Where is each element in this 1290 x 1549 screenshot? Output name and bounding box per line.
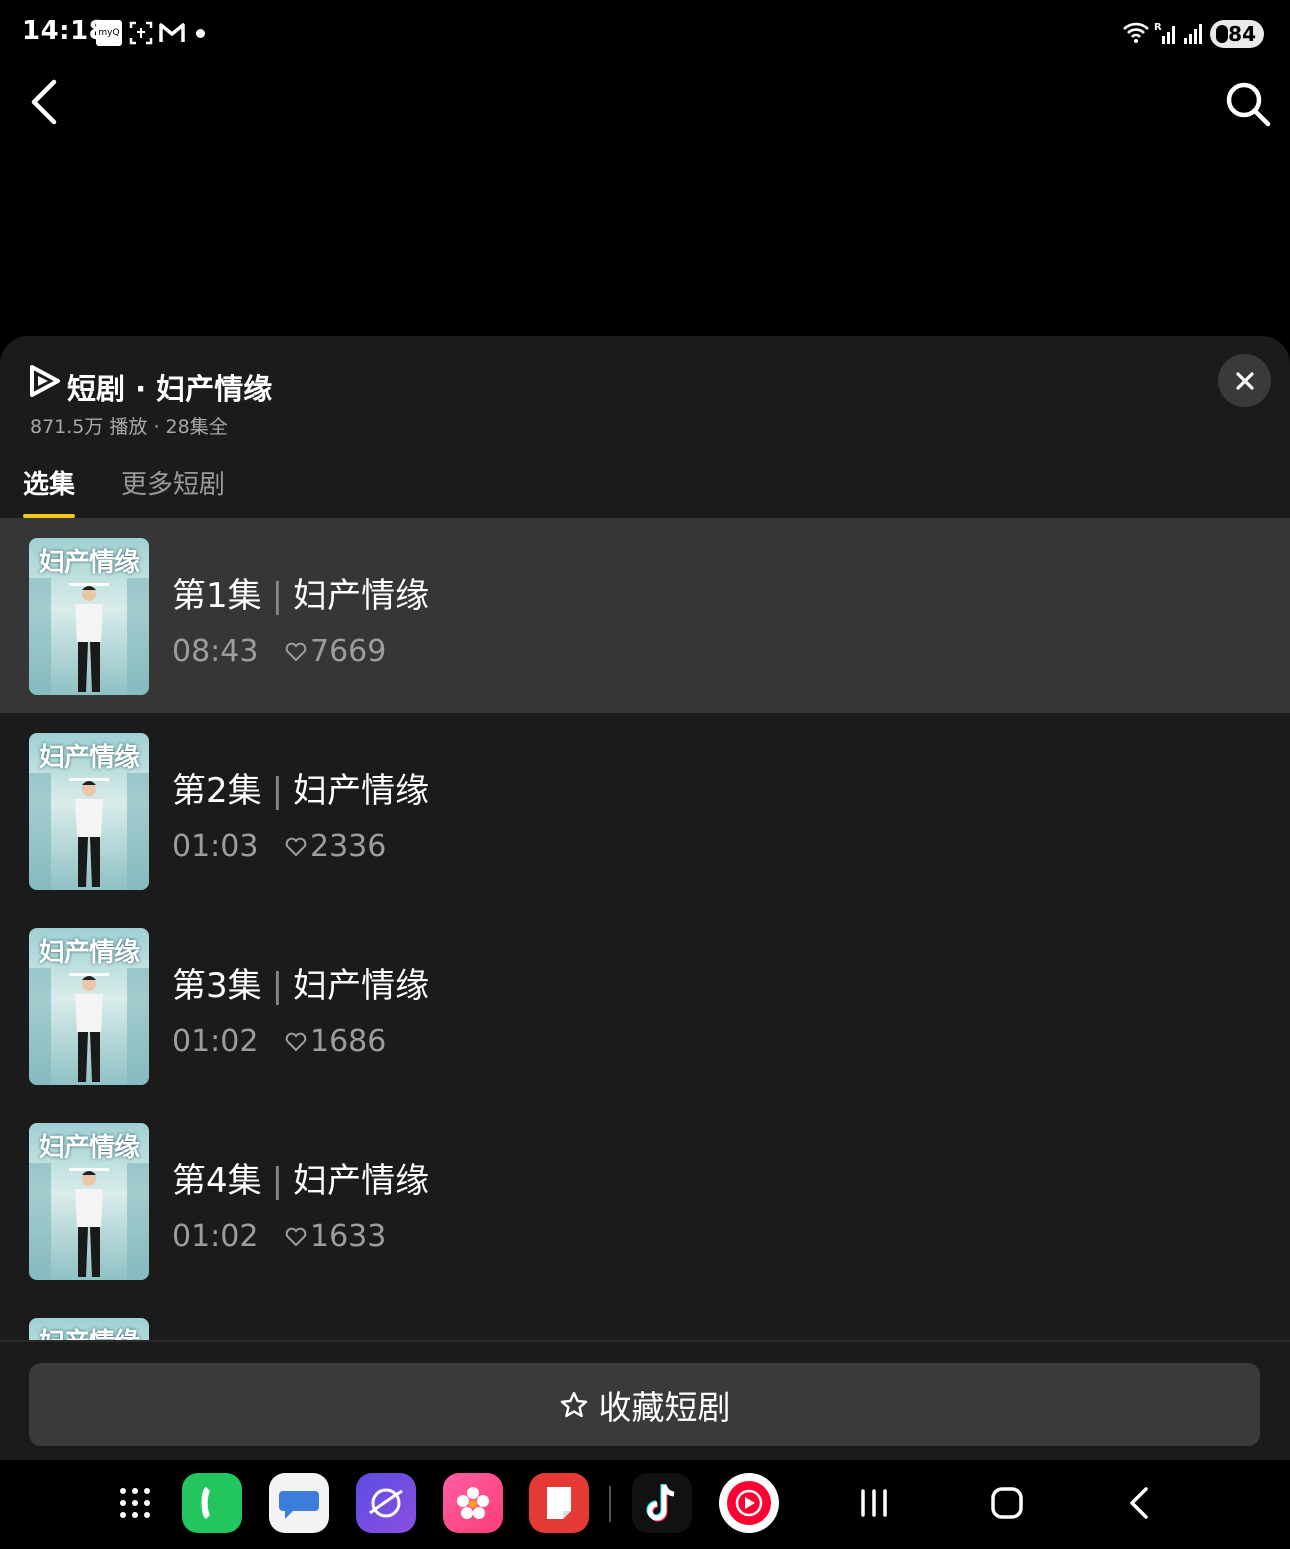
home-icon (991, 1487, 1023, 1519)
search-icon (1226, 82, 1271, 127)
short-drama-logo-icon (30, 365, 60, 397)
system-back-button[interactable] (1110, 1478, 1170, 1528)
recents-icon (861, 1489, 887, 1517)
notes-app-icon[interactable] (529, 1473, 589, 1533)
search-button[interactable] (1222, 78, 1274, 130)
recents-button[interactable] (844, 1478, 904, 1528)
tab-bar: 选集 更多短剧 (0, 464, 1290, 518)
phone-app-icon[interactable] (182, 1473, 242, 1533)
episode-thumbnail: 妇产情缘 (29, 1318, 149, 1340)
screenshot-icon (129, 21, 153, 45)
battery-icon: 84 (1210, 20, 1264, 48)
sheet-subtitle: 871.5万 播放 · 28集全 (30, 416, 228, 438)
heart-icon (285, 642, 307, 661)
internet-app-icon[interactable] (356, 1473, 416, 1533)
gallery-app-icon[interactable] (443, 1473, 503, 1533)
back-button[interactable] (22, 76, 70, 128)
heart-icon (285, 1032, 307, 1051)
episode-row-2[interactable]: 妇产情缘 第2集 | 妇产情缘 01:03 2336 (0, 713, 1290, 908)
episode-title: 第4集 | 妇产情缘 (172, 1161, 430, 1201)
episode-thumbnail: 妇产情缘 (29, 538, 149, 695)
signal-r-icon: R (1154, 22, 1175, 44)
battery-level: 84 (1228, 22, 1256, 46)
episode-row-3[interactable]: 妇产情缘 第3集 | 妇产情缘 01:02 1686 (0, 908, 1290, 1103)
tiktok-app-icon[interactable] (632, 1473, 692, 1533)
episode-sheet: 短剧 · 妇产情缘 871.5万 播放 · 28集全 选集 更多短剧 妇产情缘 … (0, 336, 1290, 1460)
episode-list: 妇产情缘 第1集 | 妇产情缘 08:43 7669 妇产情缘 第2集 | 妇产… (0, 518, 1290, 1340)
signal-icon (1184, 24, 1202, 44)
episode-duration: 01:03 (172, 829, 259, 864)
tab-episodes[interactable]: 选集 (23, 464, 75, 501)
taskbar-divider (609, 1486, 611, 1522)
divider (0, 1340, 1290, 1342)
episode-title: 第3集 | 妇产情缘 (172, 966, 430, 1006)
episode-thumbnail: 妇产情缘 (29, 1123, 149, 1280)
episode-row-5[interactable]: 妇产情缘 (0, 1298, 1290, 1340)
status-bar: 14:18 myQ R 84 (0, 0, 1290, 68)
episode-title: 第2集 | 妇产情缘 (172, 771, 430, 811)
episode-thumbnail: 妇产情缘 (29, 928, 149, 1085)
notification-dot (196, 29, 205, 38)
episode-duration: 08:43 (172, 634, 259, 669)
episode-title: 第1集 | 妇产情缘 (172, 576, 430, 616)
messages-app-icon[interactable] (269, 1473, 329, 1533)
episode-row-1[interactable]: 妇产情缘 第1集 | 妇产情缘 08:43 7669 (0, 518, 1290, 713)
episode-row-4[interactable]: 妇产情缘 第4集 | 妇产情缘 01:02 1633 (0, 1103, 1290, 1298)
chevron-left-icon (31, 79, 57, 125)
episode-likes: 1686 (284, 1024, 386, 1059)
svg-text:R: R (1154, 22, 1162, 33)
favorite-drama-button[interactable]: 收藏短剧 (29, 1363, 1260, 1446)
wifi-icon (1123, 22, 1149, 43)
episode-likes: 7669 (284, 634, 386, 669)
sheet-title: 短剧 · 妇产情缘 (67, 372, 273, 406)
tab-more-dramas[interactable]: 更多短剧 (121, 464, 225, 501)
close-icon (1235, 371, 1254, 390)
episode-duration: 01:02 (172, 1219, 259, 1254)
star-icon (560, 1391, 587, 1417)
back-icon (1130, 1487, 1148, 1519)
episode-likes: 1633 (284, 1219, 386, 1254)
app-drawer-icon (120, 1488, 150, 1518)
heart-icon (285, 1227, 307, 1246)
youtube-music-app-icon[interactable] (719, 1473, 779, 1533)
close-button[interactable] (1218, 354, 1271, 407)
myq-icon: myQ (96, 20, 122, 46)
episode-likes: 2336 (284, 829, 386, 864)
heart-icon (285, 837, 307, 856)
app-drawer-button[interactable] (105, 1473, 165, 1533)
taskbar (0, 1460, 1290, 1549)
episode-thumbnail: 妇产情缘 (29, 733, 149, 890)
gmail-icon (159, 23, 185, 42)
home-button[interactable] (977, 1478, 1037, 1528)
status-time: 14:18 (22, 16, 108, 46)
episode-duration: 01:02 (172, 1024, 259, 1059)
